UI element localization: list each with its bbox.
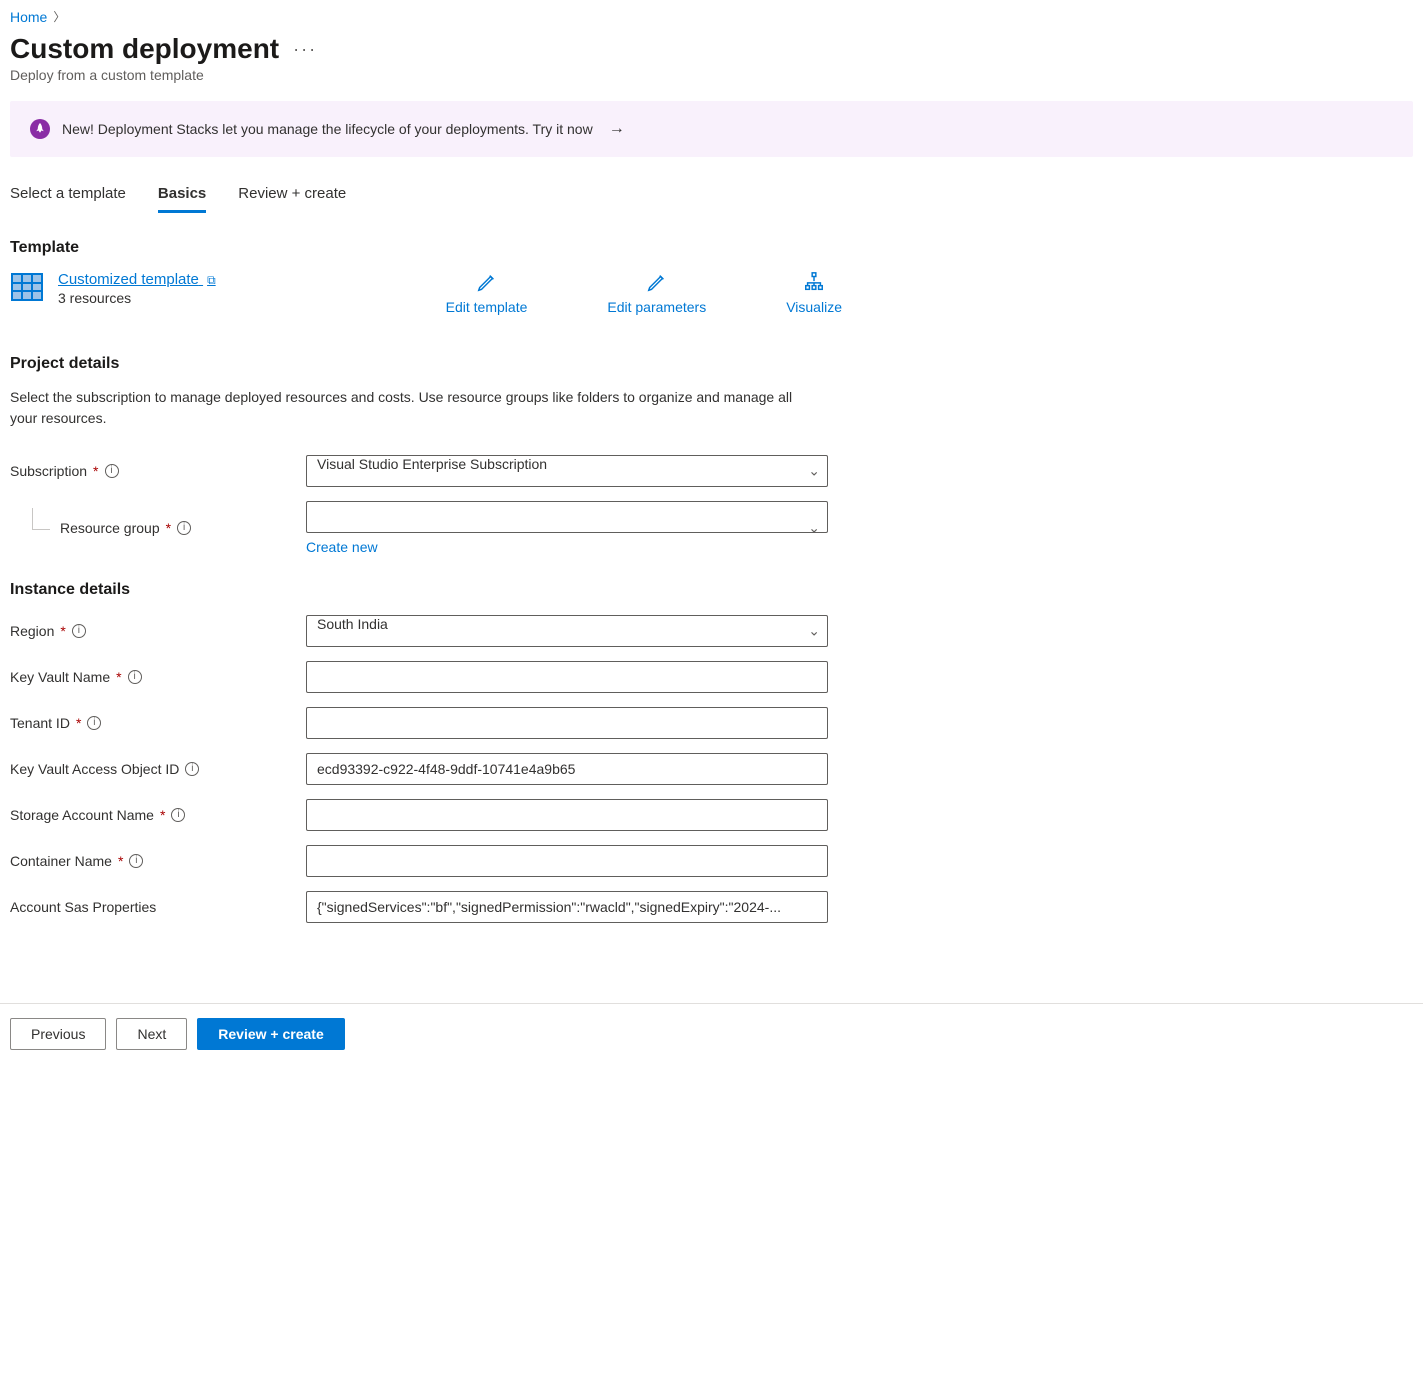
resource-group-label: Resource group [60, 520, 160, 536]
required-icon: * [166, 520, 171, 536]
required-icon: * [60, 623, 65, 639]
pencil-icon [646, 271, 668, 293]
previous-button[interactable]: Previous [10, 1018, 106, 1050]
visualize-button[interactable]: Visualize [786, 271, 842, 315]
info-icon[interactable]: i [128, 670, 142, 684]
required-icon: * [93, 463, 98, 479]
customized-template-link-label: Customized template [58, 271, 199, 288]
required-icon: * [76, 715, 81, 731]
template-card: Customized template ⧉ 3 resources [10, 271, 216, 306]
tab-select-template[interactable]: Select a template [10, 185, 126, 213]
required-icon: * [116, 669, 121, 685]
tab-basics[interactable]: Basics [158, 185, 206, 213]
instance-details-heading: Instance details [10, 581, 1413, 599]
info-icon[interactable]: i [129, 854, 143, 868]
hierarchy-icon [803, 271, 825, 293]
info-icon[interactable]: i [105, 464, 119, 478]
resource-group-select[interactable] [306, 501, 828, 533]
required-icon: * [118, 853, 123, 869]
info-icon[interactable]: i [87, 716, 101, 730]
project-details-description: Select the subscription to manage deploy… [10, 387, 800, 429]
info-icon[interactable]: i [72, 624, 86, 638]
next-button[interactable]: Next [116, 1018, 187, 1050]
project-details-heading: Project details [10, 355, 1413, 373]
tenant-id-label: Tenant ID [10, 715, 70, 731]
subscription-label: Subscription [10, 463, 87, 479]
region-select[interactable]: South India [306, 615, 828, 647]
tabs: Select a template Basics Review + create [10, 185, 1413, 213]
storage-account-name-label: Storage Account Name [10, 807, 154, 823]
customized-template-link[interactable]: Customized template ⧉ [58, 271, 216, 288]
subscription-select[interactable]: Visual Studio Enterprise Subscription [306, 455, 828, 487]
breadcrumb-home[interactable]: Home [10, 9, 47, 25]
kv-access-object-id-input[interactable] [306, 753, 828, 785]
template-heading: Template [10, 239, 1413, 257]
rocket-icon [30, 119, 50, 139]
chevron-right-icon: 〉 [53, 8, 65, 25]
review-create-button[interactable]: Review + create [197, 1018, 344, 1050]
pencil-icon [476, 271, 498, 293]
banner-text: New! Deployment Stacks let you manage th… [62, 121, 593, 137]
template-resource-count: 3 resources [58, 290, 216, 306]
info-icon[interactable]: i [177, 521, 191, 535]
edit-parameters-button[interactable]: Edit parameters [607, 271, 706, 315]
template-icon [10, 271, 44, 303]
page-title: Custom deployment [10, 33, 279, 65]
key-vault-name-label: Key Vault Name [10, 669, 110, 685]
account-sas-input[interactable] [306, 891, 828, 923]
container-name-label: Container Name [10, 853, 112, 869]
container-name-input[interactable] [306, 845, 828, 877]
visualize-label: Visualize [786, 299, 842, 315]
info-banner[interactable]: New! Deployment Stacks let you manage th… [10, 101, 1413, 157]
region-label: Region [10, 623, 54, 639]
edit-parameters-label: Edit parameters [607, 299, 706, 315]
key-vault-name-input[interactable] [306, 661, 828, 693]
external-link-icon: ⧉ [207, 273, 216, 287]
info-icon[interactable]: i [171, 808, 185, 822]
tab-review-create[interactable]: Review + create [238, 185, 346, 213]
kv-access-object-id-label: Key Vault Access Object ID [10, 761, 179, 777]
create-new-link[interactable]: Create new [306, 539, 378, 555]
tree-line-icon [32, 508, 50, 530]
more-icon[interactable]: ··· [293, 39, 317, 60]
page-subtitle: Deploy from a custom template [10, 67, 1413, 83]
breadcrumb: Home 〉 [10, 0, 1413, 29]
edit-template-button[interactable]: Edit template [446, 271, 528, 315]
storage-account-name-input[interactable] [306, 799, 828, 831]
required-icon: * [160, 807, 165, 823]
tenant-id-input[interactable] [306, 707, 828, 739]
account-sas-label: Account Sas Properties [10, 899, 156, 915]
arrow-right-icon: → [609, 120, 625, 138]
info-icon[interactable]: i [185, 762, 199, 776]
edit-template-label: Edit template [446, 299, 528, 315]
footer: Previous Next Review + create [0, 1003, 1423, 1064]
